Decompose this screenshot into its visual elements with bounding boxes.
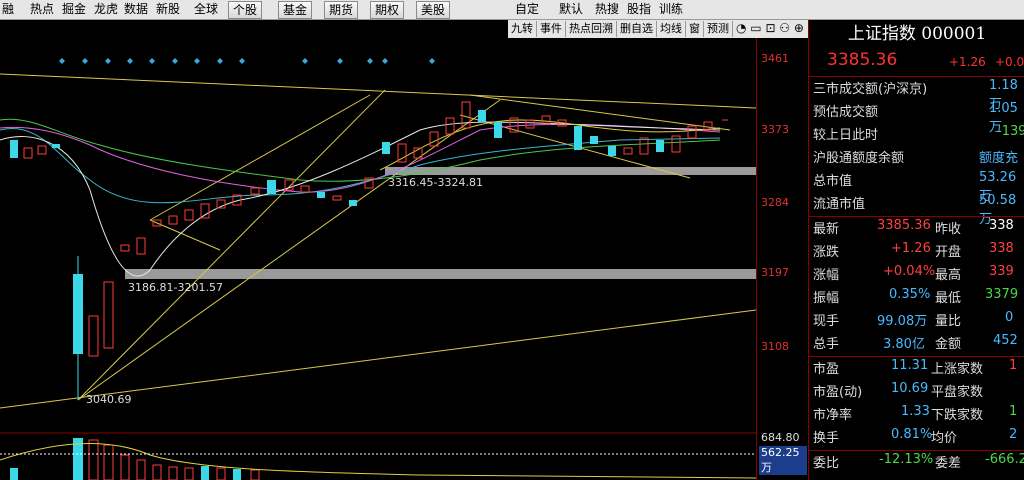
row-latest: 最新 3385.36 昨收 338 [813, 218, 1014, 237]
menu-tab-training[interactable]: 训练 [659, 2, 683, 17]
menu-tab-index[interactable]: 股指 [627, 2, 651, 17]
row-northbound: 沪股通额度余额 额度充 [813, 151, 1019, 166]
row-total-hand: 总手 3.80亿 金额 452 [813, 333, 1018, 352]
panel-divider [809, 76, 1024, 77]
quote-panel: 上证指数 000001 3385.36 +1.26 +0.0 三市成交额(沪深京… [808, 20, 1024, 480]
row-change-pct: 涨幅 +0.04% 最高 339 [813, 264, 1014, 283]
row-pe-dynamic: 市盈(动) 10.69 平盘家数 [813, 381, 984, 400]
menu-tab-data[interactable]: 数据 [124, 2, 148, 17]
us-stock-button[interactable]: 美股 [416, 1, 451, 19]
y-tick-4: 3197 [761, 266, 789, 279]
stock-button[interactable]: 个股 [228, 1, 263, 19]
menu-tab-hotsearch[interactable]: 热搜 [595, 2, 619, 17]
row-float-mktcap: 流通市值 50.58万 [813, 193, 1017, 227]
row-turnover-rate: 换手 0.81% 均价 2 [813, 427, 1018, 446]
index-title: 上证指数 000001 [847, 24, 987, 44]
menu-tab-newstock[interactable]: 新股 [156, 2, 180, 17]
range-label-2: 3316.45-3324.81 [388, 176, 483, 189]
moving-averages [0, 118, 721, 277]
menu-tab-hot[interactable]: 热点 [30, 2, 54, 17]
top-menu-bar: 融 热点 掘金 龙虎 数据 新股 全球 个股 基金 期货 期权 美股 自定 默认… [0, 0, 1024, 20]
panel-divider-4 [809, 450, 1024, 451]
event-markers [59, 58, 435, 64]
support-zone-2 [125, 269, 756, 279]
vol-tick-2: 562.25万 [759, 446, 807, 475]
row-amplitude: 振幅 0.35% 最低 3379 [813, 287, 1019, 306]
menu-tab-default[interactable]: 默认 [559, 2, 583, 17]
index-change-pct: +0.0 [995, 55, 1024, 69]
row-turnover: 三市成交额(沪深京) 1.18万 [813, 78, 1018, 112]
menu-tab-rong[interactable]: 融 [2, 2, 14, 17]
y-tick-3: 3284 [761, 196, 789, 209]
volume-bars [10, 438, 260, 480]
row-bid-ratio: 委比 -12.13% 委差 -666.2 [813, 452, 1024, 471]
row-vs-yesterday: 较上日此时 -139 [813, 124, 1024, 143]
candlesticks [10, 101, 728, 400]
y-tick-1: 3461 [761, 52, 789, 65]
low-price-label: 3040.69 [86, 393, 132, 406]
y-tick-5: 3108 [761, 340, 789, 353]
row-pb: 市净率 1.33 下跌家数 1 [813, 404, 1018, 423]
menu-tab-global[interactable]: 全球 [194, 2, 218, 17]
row-est-turnover: 预估成交额 1.05万 [813, 101, 1018, 135]
row-change: 涨跌 +1.26 开盘 338 [813, 241, 1014, 260]
row-pe: 市盈 11.31 上涨家数 1 [813, 358, 1018, 377]
row-total-mktcap: 总市值 53.26万 [813, 170, 1017, 204]
trend-lines [0, 73, 756, 409]
fund-button[interactable]: 基金 [278, 1, 313, 19]
menu-tab-longhu[interactable]: 龙虎 [94, 2, 118, 17]
index-change: +1.26 [949, 55, 986, 69]
price-axis: 3461 3373 3284 3197 3108 684.80万 562.25万 [756, 38, 807, 480]
kline-chart[interactable] [0, 20, 756, 480]
menu-tab-juejin[interactable]: 掘金 [62, 2, 86, 17]
range-label-1: 3186.81-3201.57 [128, 281, 223, 294]
options-button[interactable]: 期权 [370, 1, 405, 19]
menu-tab-custom[interactable]: 自定 [515, 2, 539, 17]
panel-divider-2 [809, 216, 1024, 217]
y-tick-2: 3373 [761, 123, 789, 136]
row-current-hand: 现手 99.08万 量比 0 [813, 310, 1014, 329]
support-zone-1 [385, 167, 756, 175]
futures-button[interactable]: 期货 [324, 1, 359, 19]
panel-divider-3 [809, 356, 1024, 357]
index-price: 3385.36 [827, 50, 898, 70]
